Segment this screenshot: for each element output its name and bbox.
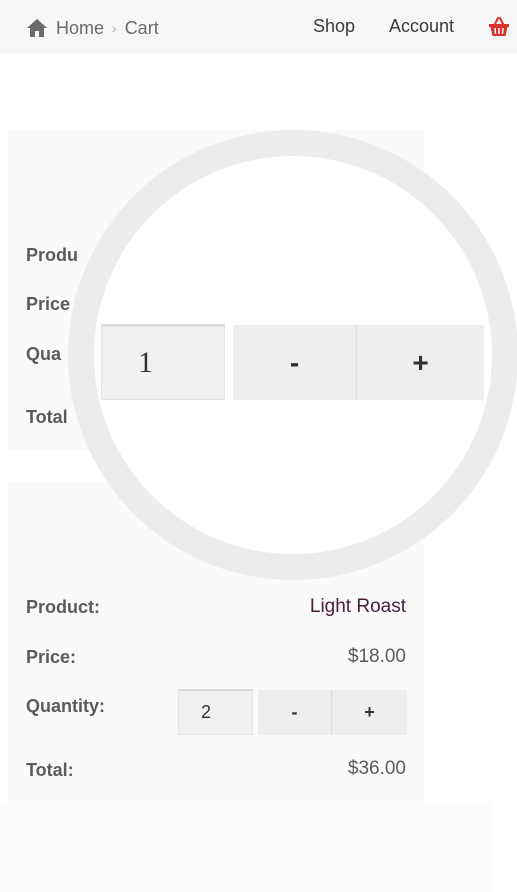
increment-button-magnified[interactable]: +: [357, 325, 484, 400]
magnified-quantity-controls: - +: [94, 156, 492, 554]
total-label: Total: [26, 407, 68, 427]
home-icon[interactable]: [26, 18, 48, 38]
product-label: Product:: [26, 597, 100, 617]
top-bar: Home › Cart Shop Account: [0, 0, 517, 54]
total-value: $36.00: [347, 758, 406, 779]
nav-shop-link[interactable]: Shop: [313, 16, 355, 37]
quantity-label: Qua: [26, 344, 62, 364]
footer-area: [0, 802, 492, 892]
decrement-button-magnified[interactable]: -: [233, 325, 356, 400]
price-label: Price: [26, 294, 71, 314]
breadcrumb: Home › Cart: [26, 16, 159, 40]
breadcrumb-separator: ›: [112, 20, 117, 36]
price-label: Price:: [26, 647, 77, 667]
increment-button[interactable]: +: [332, 690, 407, 735]
quantity-input-magnified[interactable]: [101, 324, 225, 400]
quantity-label: Quantity:: [26, 696, 105, 716]
breadcrumb-current: Cart: [124, 17, 159, 38]
quantity-input[interactable]: [178, 689, 253, 735]
decrement-button[interactable]: -: [258, 690, 331, 735]
basket-icon[interactable]: [488, 17, 510, 42]
page: Home › Cart Shop Account Produ Price Qua…: [0, 0, 517, 892]
total-label: Total:: [26, 760, 74, 780]
product-label: Produ: [26, 245, 78, 265]
product-name-link[interactable]: Light Roast: [310, 596, 406, 618]
magnifier-lens: - +: [68, 130, 517, 580]
nav-account-link[interactable]: Account: [389, 16, 454, 37]
breadcrumb-home-link[interactable]: Home: [56, 18, 104, 39]
price-value: $18.00: [347, 646, 406, 667]
